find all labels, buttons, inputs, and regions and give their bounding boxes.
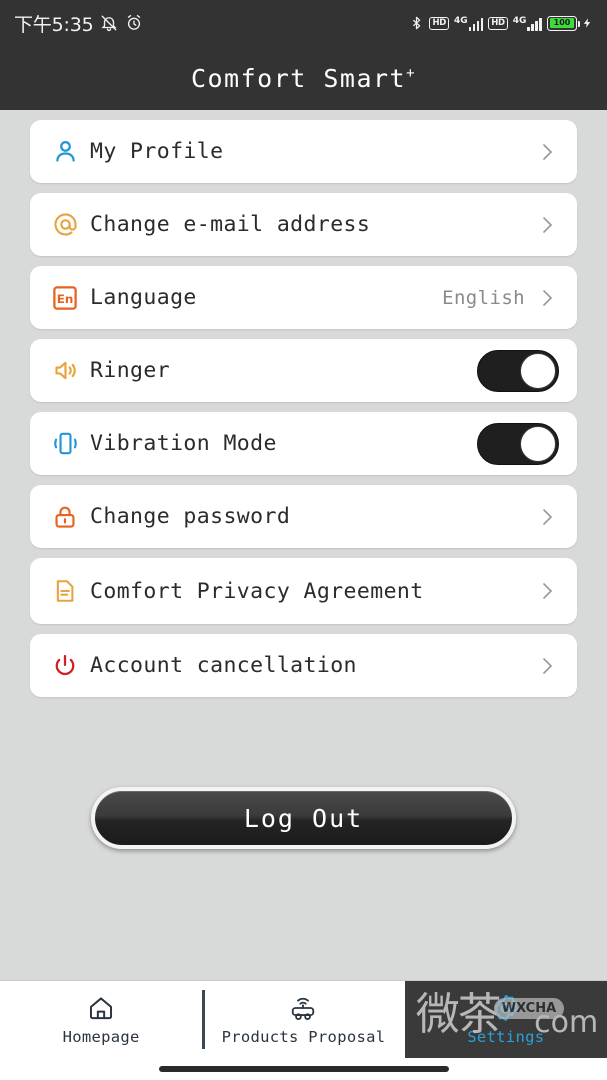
battery-fill: 100 — [549, 18, 575, 28]
settings-row-label: Ringer — [90, 358, 171, 383]
vibration-icon — [52, 430, 86, 457]
chevron-right-icon — [535, 576, 559, 606]
settings-list: My Profile Change e-mail address En Lang… — [0, 110, 607, 980]
sim2-bars — [527, 16, 542, 31]
status-bar-left: 下午5:35 — [14, 10, 143, 37]
sim2-hd-badge: HD — [488, 16, 508, 30]
settings-row-change-password[interactable]: Change password — [30, 485, 577, 548]
nav-tab-label: Settings — [467, 1028, 545, 1046]
settings-row-label: Change password — [90, 504, 291, 529]
language-value: English — [442, 286, 525, 309]
settings-row-label: Vibration Mode — [90, 431, 277, 456]
robot-wifi-icon — [287, 993, 319, 1023]
settings-row-ringer[interactable]: Ringer — [30, 339, 577, 402]
page-title: Comfort Smart+ — [191, 64, 416, 93]
log-out-button[interactable]: Log Out — [91, 787, 516, 849]
logout-area: Log Out — [30, 787, 577, 849]
sim1-hd-badge: HD — [429, 16, 450, 30]
sim2-signal: 4G — [513, 16, 542, 31]
settings-row-privacy-agreement[interactable]: Comfort Privacy Agreement — [30, 558, 577, 624]
battery-percent: 100 — [553, 18, 571, 27]
nav-tab-homepage[interactable]: Homepage — [0, 981, 202, 1058]
svg-text:En: En — [57, 291, 74, 305]
phone-screen: 下午5:35 HD 4G HD 4G 100 Comfort Smart+ My… — [0, 0, 607, 1080]
app-title-bar: Comfort Smart+ — [0, 46, 607, 110]
vibration-toggle[interactable] — [477, 422, 559, 465]
sim1-signal: 4G — [454, 15, 484, 31]
home-icon — [87, 993, 115, 1023]
settings-row-my-profile[interactable]: My Profile — [30, 120, 577, 183]
settings-row-change-email[interactable]: Change e-mail address — [30, 193, 577, 256]
nav-tab-settings[interactable]: Settings 微茶 WXCHA com — [404, 981, 607, 1058]
gear-icon — [491, 993, 521, 1023]
page-title-text: Comfort Smart — [190, 63, 407, 93]
sim1-network-label: 4G — [454, 15, 468, 26]
chevron-right-icon — [535, 502, 559, 532]
sim1-bars — [468, 16, 484, 31]
settings-row-vibration-mode[interactable]: Vibration Mode — [30, 412, 577, 475]
lock-icon — [52, 504, 86, 530]
nav-tab-label: Products Proposal — [221, 1028, 386, 1046]
toggle-knob — [520, 352, 556, 389]
page-title-superscript: + — [406, 65, 417, 82]
status-time: 下午5:35 — [14, 13, 94, 36]
language-en-icon: En — [52, 285, 86, 311]
settings-row-label: Change e-mail address — [90, 212, 371, 237]
nav-tab-products-proposal[interactable]: Products Proposal — [202, 981, 404, 1058]
chevron-right-icon — [535, 651, 559, 681]
home-indicator — [158, 1066, 449, 1072]
battery-icon: 100 — [547, 15, 581, 31]
person-icon — [52, 138, 86, 165]
bell-muted-icon — [100, 14, 118, 32]
document-icon — [52, 578, 86, 604]
settings-row-label: Comfort Privacy Agreement — [90, 578, 424, 604]
sim2-network-label: 4G — [512, 15, 527, 26]
alarm-clock-icon — [125, 14, 143, 32]
settings-row-label: My Profile — [90, 139, 224, 164]
at-sign-icon — [52, 211, 86, 238]
power-icon — [52, 653, 86, 679]
status-bar-right: HD 4G HD 4G 100 — [409, 14, 593, 32]
toggle-knob — [520, 425, 556, 462]
settings-row-label: Language — [90, 285, 197, 310]
chevron-right-icon — [535, 137, 559, 167]
speaker-icon — [52, 357, 86, 384]
status-bar: 下午5:35 HD 4G HD 4G 100 — [0, 0, 607, 46]
chevron-right-icon — [535, 283, 559, 313]
settings-row-label: Account cancellation — [90, 653, 357, 678]
settings-row-account-cancellation[interactable]: Account cancellation — [30, 634, 577, 697]
home-indicator-area — [0, 1058, 607, 1080]
settings-row-language[interactable]: En Language English — [30, 266, 577, 329]
charging-bolt-icon — [582, 15, 593, 31]
nav-tab-label: Homepage — [62, 1028, 140, 1046]
ringer-toggle[interactable] — [477, 349, 559, 392]
bottom-navigation-bar: Homepage Products Proposal Settings 微茶 W… — [0, 980, 607, 1058]
bluetooth-icon — [409, 14, 424, 32]
chevron-right-icon — [535, 210, 559, 240]
